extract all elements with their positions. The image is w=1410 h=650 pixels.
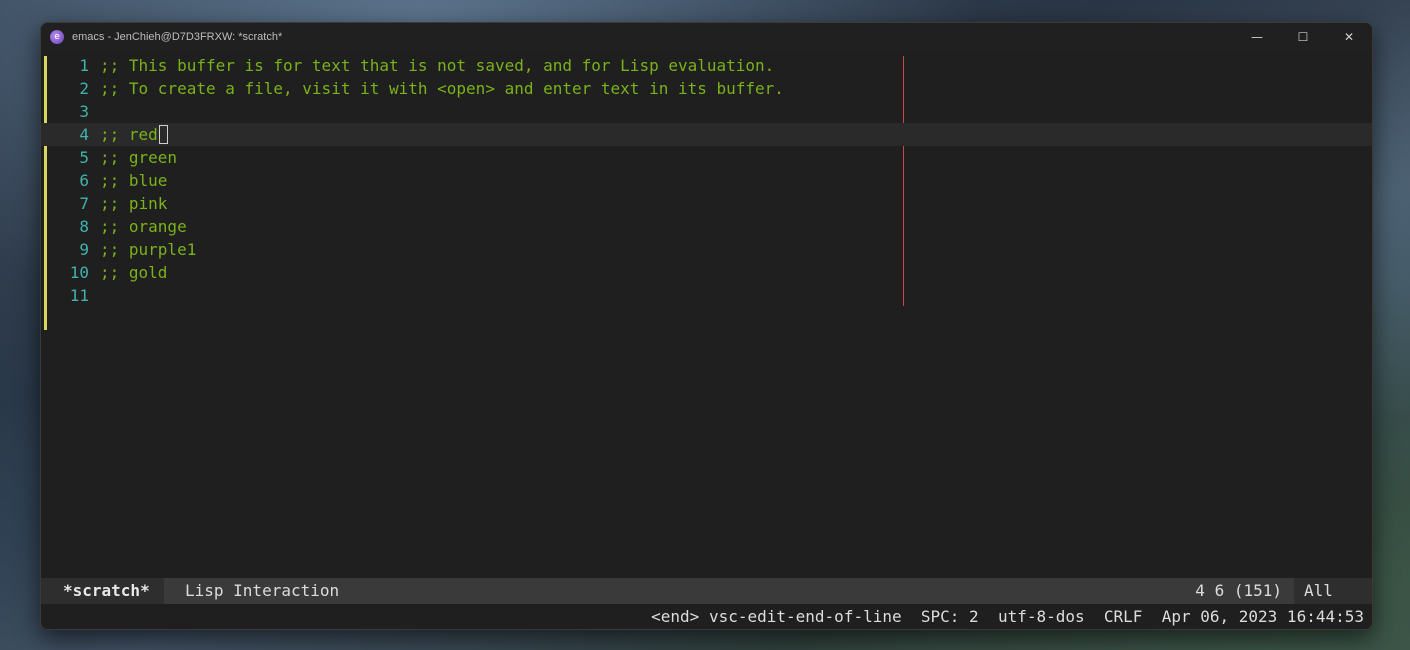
line-text[interactable]: ;; purple1 xyxy=(100,238,196,261)
scroll-indicator: All xyxy=(1294,578,1372,604)
command-echo: vsc-edit-end-of-line xyxy=(708,607,902,626)
window-controls: — ☐ ✕ xyxy=(1234,23,1372,51)
editor-buffer[interactable]: 1 ;; This buffer is for text that is not… xyxy=(41,54,1372,578)
line-number: 1 xyxy=(79,56,89,75)
code-line[interactable]: 3 xyxy=(41,100,1372,123)
line-text[interactable]: ;; To create a file, visit it with <open… xyxy=(100,77,784,100)
mode-line[interactable]: *scratch* Lisp Interaction 4 6 (151) All xyxy=(41,578,1372,604)
code-line[interactable]: 6 ;; blue xyxy=(41,169,1372,192)
code-line[interactable]: 9 ;; purple1 xyxy=(41,238,1372,261)
line-number: 7 xyxy=(79,194,89,213)
line-number: 10 xyxy=(69,263,89,282)
line-number: 4 xyxy=(79,125,89,144)
line-text[interactable]: ;; pink xyxy=(100,192,167,215)
line-number: 8 xyxy=(79,217,89,236)
line-number: 3 xyxy=(79,102,89,121)
keybinding-echo: <end> xyxy=(651,607,700,626)
window-title: emacs - JenChieh@D7D3FRXW: *scratch* xyxy=(72,31,283,43)
line-number: 5 xyxy=(79,148,89,167)
line-text-content: ;; red xyxy=(100,125,158,144)
datetime: Apr 06, 2023 16:44:53 xyxy=(1161,607,1364,626)
line-text[interactable]: ;; blue xyxy=(100,169,167,192)
minibuffer-status: <end> vsc-edit-end-of-line SPC: 2 utf-8-… xyxy=(651,604,1364,629)
minibuffer[interactable]: <end> vsc-edit-end-of-line SPC: 2 utf-8-… xyxy=(41,604,1372,629)
emacs-app-icon: e xyxy=(50,30,64,44)
line-text[interactable]: ;; red xyxy=(100,123,168,146)
code-line[interactable]: 5 ;; green xyxy=(41,146,1372,169)
code-line[interactable]: 8 ;; orange xyxy=(41,215,1372,238)
major-mode[interactable]: Lisp Interaction xyxy=(185,578,339,604)
minimize-button[interactable]: — xyxy=(1234,23,1280,51)
line-number: 2 xyxy=(79,79,89,98)
current-line[interactable]: 4 ;; red xyxy=(41,123,1372,146)
line-number: 6 xyxy=(79,171,89,190)
code-line[interactable]: 10 ;; gold xyxy=(41,261,1372,284)
encoding: utf-8-dos xyxy=(997,607,1085,626)
cursor-position: 4 6 (151) xyxy=(1195,581,1282,600)
line-text[interactable]: ;; This buffer is for text that is not s… xyxy=(100,54,774,77)
indent-setting: SPC: 2 xyxy=(920,607,979,626)
buffer-name[interactable]: *scratch* xyxy=(41,578,164,604)
line-text[interactable]: ;; gold xyxy=(100,261,167,284)
code-line[interactable]: 7 ;; pink xyxy=(41,192,1372,215)
code-line[interactable]: 1 ;; This buffer is for text that is not… xyxy=(41,54,1372,77)
close-button[interactable]: ✕ xyxy=(1326,23,1372,51)
emacs-window[interactable]: e emacs - JenChieh@D7D3FRXW: *scratch* —… xyxy=(40,22,1373,630)
code-line[interactable]: 11 xyxy=(41,284,1372,307)
line-number: 9 xyxy=(79,240,89,259)
line-text[interactable]: ;; green xyxy=(100,146,177,169)
line-text[interactable]: ;; orange xyxy=(100,215,187,238)
line-number: 11 xyxy=(69,286,89,305)
text-cursor xyxy=(158,125,168,144)
title-bar[interactable]: e emacs - JenChieh@D7D3FRXW: *scratch* —… xyxy=(41,23,1372,51)
maximize-button[interactable]: ☐ xyxy=(1280,23,1326,51)
eol-type: CRLF xyxy=(1103,607,1143,626)
code-line[interactable]: 2 ;; To create a file, visit it with <op… xyxy=(41,77,1372,100)
